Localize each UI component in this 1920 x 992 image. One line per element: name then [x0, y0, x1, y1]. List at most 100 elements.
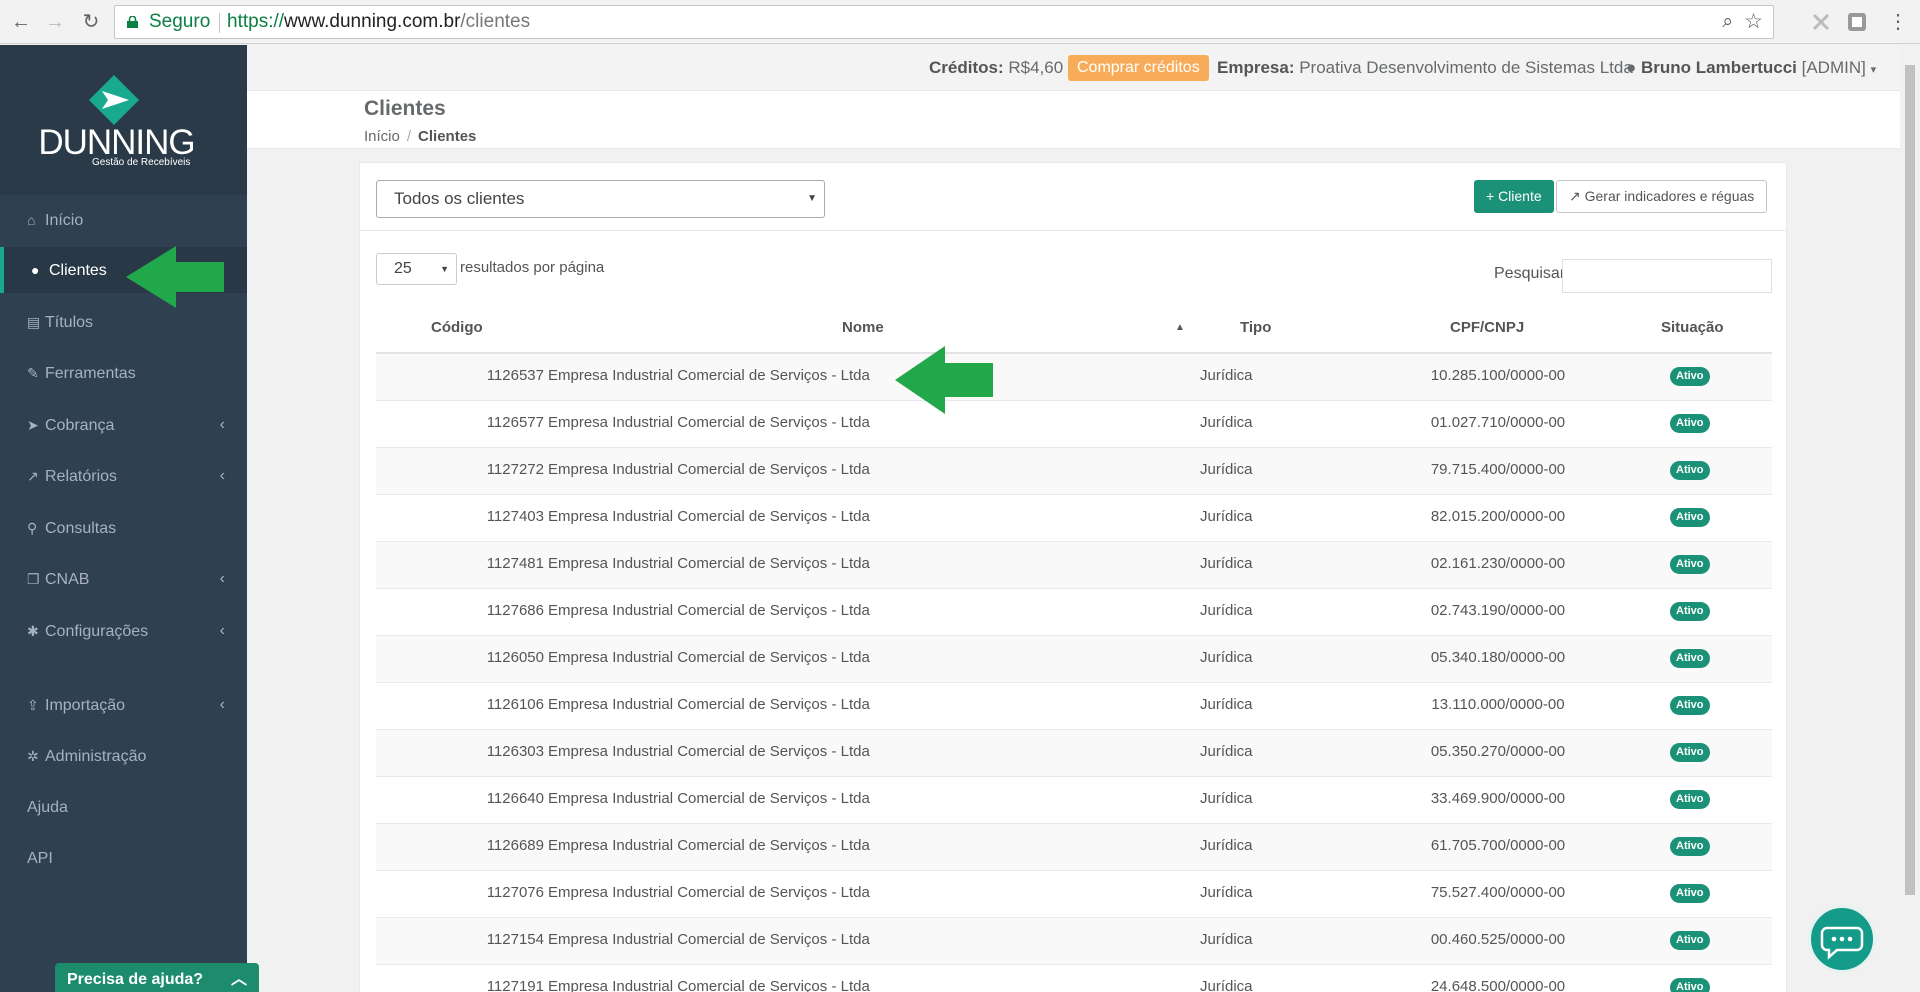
cell-cpf-cnpj: 02.161.230/0000-00: [1430, 555, 1566, 572]
help-tab[interactable]: Precisa de ajuda? ︿: [55, 963, 259, 992]
sidebar-item-ajuda[interactable]: Ajuda: [0, 785, 247, 831]
user-menu[interactable]: ● Bruno Lambertucci [ADMIN] ▾: [1626, 45, 1876, 93]
column-header-nome[interactable]: Nome: [842, 307, 884, 352]
buy-credits-button[interactable]: Comprar créditos: [1068, 55, 1209, 81]
cell-nome: Empresa Industrial Comercial de Serviços…: [548, 837, 870, 854]
address-separator: [219, 13, 220, 33]
line-chart-icon: ↗: [1569, 188, 1581, 204]
table-row[interactable]: 1126537 Empresa Industrial Comercial de S…: [376, 354, 1772, 401]
gears-icon: ✲: [27, 748, 39, 764]
cell-codigo: 1126303: [486, 743, 544, 760]
add-client-button[interactable]: + Cliente: [1474, 180, 1554, 213]
back-icon[interactable]: ←: [8, 9, 34, 35]
table-row[interactable]: 1127191 Empresa Industrial Comercial de S…: [376, 965, 1772, 992]
column-header-tipo[interactable]: Tipo: [1240, 307, 1271, 352]
cell-nome: Empresa Industrial Comercial de Serviços…: [548, 696, 870, 713]
brand-tagline: Gestão de Recebíveis: [92, 157, 191, 168]
browser-menu-icon[interactable]: ⋮: [1885, 9, 1911, 35]
cell-cpf-cnpj: 33.469.900/0000-00: [1430, 790, 1566, 807]
cell-tipo: Jurídica: [1200, 461, 1253, 478]
chat-button[interactable]: [1808, 905, 1876, 973]
table-row[interactable]: 1127272 Empresa Industrial Comercial de S…: [376, 448, 1772, 495]
cell-tipo: Jurídica: [1200, 743, 1253, 760]
sidebar-item-relatorios[interactable]: ↗ Relatórios ‹: [0, 453, 247, 499]
status-badge: Ativo: [1670, 555, 1710, 574]
table-row[interactable]: 1127076 Empresa Industrial Comercial de S…: [376, 871, 1772, 918]
cell-nome: Empresa Industrial Comercial de Serviços…: [548, 508, 870, 525]
cell-codigo: 1127686: [486, 602, 544, 619]
column-header-situacao[interactable]: Situação: [1661, 307, 1724, 352]
cell-tipo: Jurídica: [1200, 884, 1253, 901]
status-badge: Ativo: [1670, 790, 1710, 809]
chat-bubble-icon: [1820, 926, 1864, 960]
page-scrollbar[interactable]: [1900, 45, 1920, 991]
paper-plane-icon: ➤: [27, 417, 39, 433]
scrollbar-thumb[interactable]: [1905, 65, 1915, 895]
sidebar-item-configuracoes[interactable]: ✱ Configurações ‹: [0, 608, 247, 654]
table-row[interactable]: 1126689 Empresa Industrial Comercial de S…: [376, 824, 1772, 871]
sidebar-item-ferramentas[interactable]: ✎ Ferramentas: [0, 350, 247, 396]
column-header-cpf-cnpj[interactable]: CPF/CNPJ: [1450, 307, 1524, 352]
forward-icon[interactable]: →: [42, 9, 68, 35]
sidebar-item-api[interactable]: API: [0, 836, 247, 882]
cell-nome: Empresa Industrial Comercial de Serviços…: [548, 555, 870, 572]
reload-icon[interactable]: ↻: [78, 9, 104, 35]
cell-cpf-cnpj: 05.340.180/0000-00: [1430, 649, 1566, 666]
table-row[interactable]: 1126577 Empresa Industrial Comercial de S…: [376, 401, 1772, 448]
page-title: Clientes: [364, 97, 446, 120]
table-row[interactable]: 1126640 Empresa Industrial Comercial de S…: [376, 777, 1772, 824]
cell-tipo: Jurídica: [1200, 555, 1253, 572]
annotation-arrow: [895, 346, 993, 414]
breadcrumb-home[interactable]: Início: [364, 128, 400, 145]
cell-tipo: Jurídica: [1200, 978, 1253, 992]
cell-tipo: Jurídica: [1200, 414, 1253, 431]
sidebar-item-cobranca[interactable]: ➤ Cobrança ‹: [0, 402, 247, 448]
table-row[interactable]: 1127481 Empresa Industrial Comercial de S…: [376, 542, 1772, 589]
cell-cpf-cnpj: 79.715.400/0000-00: [1430, 461, 1566, 478]
logo-area[interactable]: DUNNING Gestão de Recebíveis: [0, 45, 247, 195]
sidebar-item-inicio[interactable]: ⌂ Início: [0, 197, 247, 243]
generate-indicators-button[interactable]: ↗ Gerar indicadores e réguas: [1556, 180, 1768, 213]
copy-icon: ❐: [27, 571, 40, 587]
sidebar-item-cnab[interactable]: ❐ CNAB ‹: [0, 556, 247, 602]
chevron-left-icon: ‹: [219, 416, 225, 433]
sidebar-item-consultas[interactable]: ⚲ Consultas: [0, 505, 247, 551]
sort-ascending-icon[interactable]: ▲: [1175, 307, 1185, 352]
table-row[interactable]: 1126303 Empresa Industrial Comercial de S…: [376, 730, 1772, 777]
file-icon: ▤: [27, 314, 41, 330]
sidebar-item-importacao[interactable]: ⇪ Importação ‹: [0, 682, 247, 728]
search-input[interactable]: [1562, 259, 1772, 293]
page-size-select[interactable]: 25 ▼: [376, 253, 457, 285]
table-row[interactable]: 1126050 Empresa Industrial Comercial de S…: [376, 636, 1772, 683]
cell-tipo: Jurídica: [1200, 837, 1253, 854]
cell-codigo: 1127076: [486, 884, 544, 901]
cell-nome: Empresa Industrial Comercial de Serviços…: [548, 367, 870, 384]
column-header-codigo[interactable]: Código: [431, 307, 483, 352]
client-filter-select[interactable]: Todos os clientes ▼: [376, 180, 825, 218]
extension-icon[interactable]: [1846, 11, 1868, 33]
panel-toolbar: Todos os clientes ▼ + Cliente ↗ Gerar in…: [360, 163, 1788, 231]
sidebar-item-administracao[interactable]: ✲ Administração: [0, 733, 247, 779]
secure-label: Seguro: [149, 11, 211, 32]
cell-codigo: 1126537: [486, 367, 544, 384]
cell-nome: Empresa Industrial Comercial de Serviços…: [548, 414, 870, 431]
breadcrumb-current: Clientes: [418, 128, 477, 145]
upload-icon: ⇪: [27, 697, 39, 713]
table-row[interactable]: 1127154 Empresa Industrial Comercial de S…: [376, 918, 1772, 965]
status-badge: Ativo: [1670, 743, 1710, 762]
dunning-logo-icon: [89, 75, 139, 125]
cell-codigo: 1127403: [486, 508, 544, 525]
cell-cpf-cnpj: 13.110.000/0000-00: [1431, 696, 1565, 713]
address-bar[interactable]: Seguro https://www.dunning.com.br/client…: [114, 5, 1774, 39]
user-icon: ●: [1626, 58, 1637, 77]
extension-icon[interactable]: [1810, 11, 1832, 33]
credits-info: Créditos: R$4,60: [929, 58, 1064, 77]
table-row[interactable]: 1127686 Empresa Industrial Comercial de S…: [376, 589, 1772, 636]
chevron-up-icon: ︿: [230, 971, 247, 988]
table-row[interactable]: 1127403 Empresa Industrial Comercial de S…: [376, 495, 1772, 542]
sidebar: DUNNING Gestão de Recebíveis ⌂ Início ● Cl…: [0, 45, 247, 992]
table-row[interactable]: 1126106 Empresa Industrial Comercial de S…: [376, 683, 1772, 730]
zoom-icon[interactable]: ⌕: [1722, 6, 1733, 38]
cell-nome: Empresa Industrial Comercial de Serviços…: [548, 978, 870, 992]
bookmark-star-icon[interactable]: ☆: [1744, 6, 1763, 38]
